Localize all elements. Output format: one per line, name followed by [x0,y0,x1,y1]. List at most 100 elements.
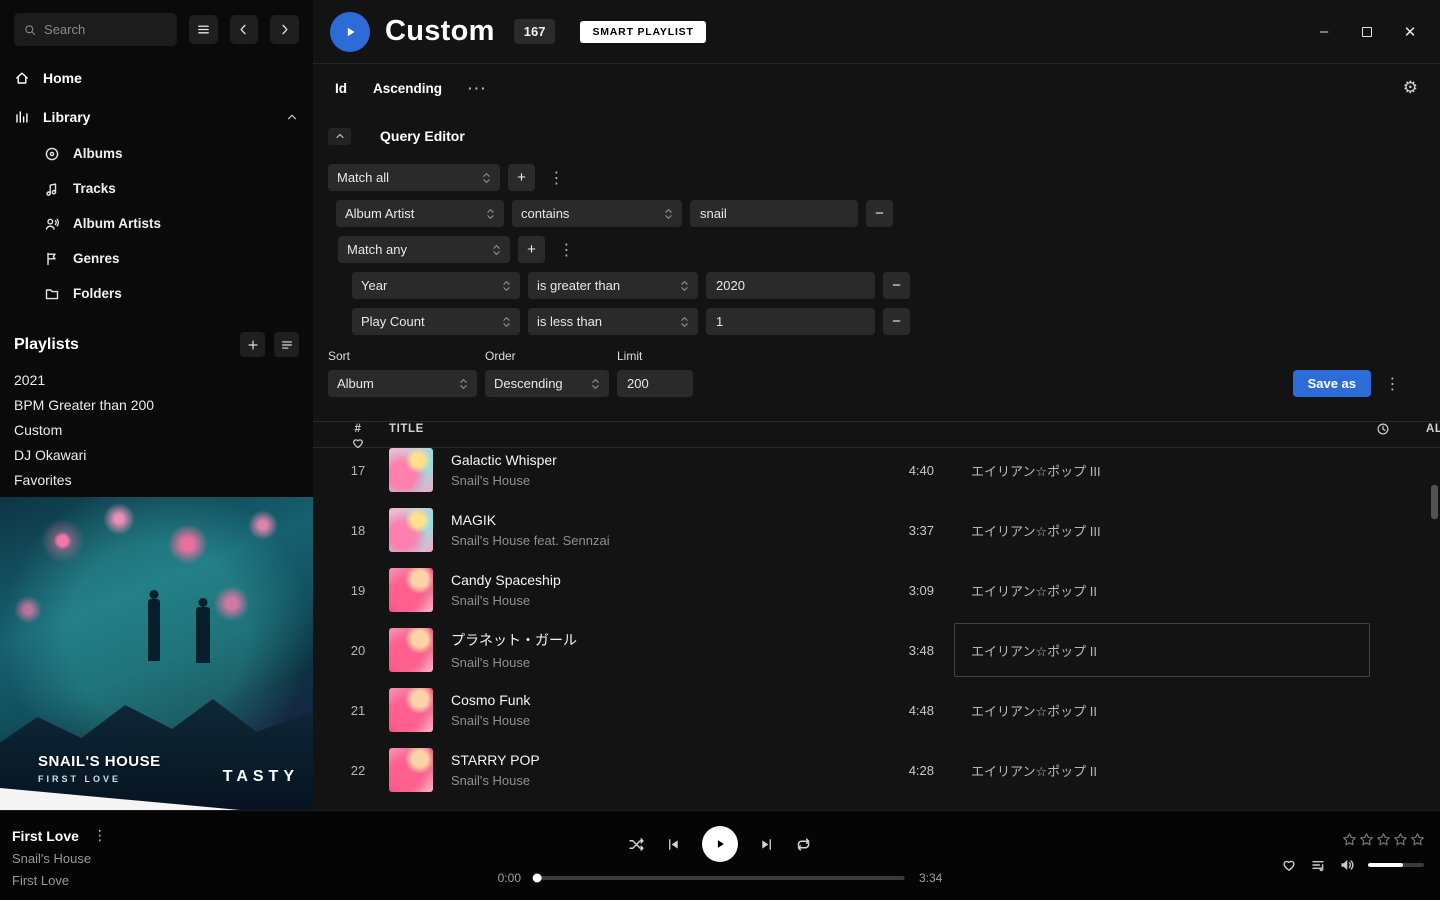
playlist-item-bpm[interactable]: BPM Greater than 200 [0,392,313,417]
now-playing-artist[interactable]: Snail's House [12,851,107,866]
back-button[interactable] [230,15,259,44]
search-input[interactable] [44,22,167,37]
table-row[interactable]: 19 Candy Spaceship Snail's House 3:09 エイ… [313,560,1440,620]
rule-value-input[interactable] [706,308,875,335]
search-box[interactable] [14,13,177,46]
now-playing-menu-button[interactable]: ⋮ [93,827,107,844]
sidebar-item-album-artists[interactable]: Album Artists [44,206,299,241]
track-album-cell[interactable]: エイリアン☆ポップ III [954,503,1370,557]
add-rule-button[interactable]: + [518,236,545,263]
track-artist[interactable]: Snail's House [451,473,858,488]
column-favorite[interactable] [351,436,365,450]
sidebar-item-albums[interactable]: Albums [44,136,299,171]
queue-button[interactable] [1310,857,1326,873]
gear-icon[interactable]: ⚙ [1403,78,1418,98]
query-menu-button[interactable]: ⋮ [1379,370,1406,397]
track-album-cell[interactable]: エイリアン☆ポップ II [954,623,1370,677]
rule-field-select[interactable]: Album Artist [336,200,504,227]
forward-button[interactable] [270,15,299,44]
playlist-item-custom[interactable]: Custom [0,417,313,442]
chevron-up-icon[interactable] [285,110,299,124]
previous-button[interactable] [666,837,681,852]
track-thumbnail [389,448,433,492]
sidebar-item-tracks[interactable]: Tracks [44,171,299,206]
sidebar-item-home[interactable]: Home [14,58,299,97]
group-menu-button[interactable]: ⋮ [543,164,570,191]
track-artist[interactable]: Snail's House feat. Sennzai [451,533,858,548]
track-artist[interactable]: Snail's House [451,655,858,670]
table-row[interactable]: 22 STARRY POP Snail's House 4:28 エイリアン☆ポ… [313,740,1440,800]
rule-field-select[interactable]: Year [352,272,520,299]
rule-operator-select[interactable]: is less than [528,308,698,335]
manage-playlists-button[interactable] [274,332,299,357]
track-artist[interactable]: Snail's House [451,773,858,788]
collapse-query-editor-button[interactable] [328,128,351,145]
sidebar-item-library[interactable]: Library [14,97,299,136]
rule-operator-select[interactable]: is greater than [528,272,698,299]
sort-label: Sort [328,349,477,363]
column-index[interactable]: # [327,423,389,435]
star-icon[interactable] [1375,831,1391,847]
sort-select[interactable]: Album [328,370,477,397]
star-icon[interactable] [1409,831,1425,847]
play-pause-button[interactable] [702,826,738,862]
next-button[interactable] [759,837,774,852]
maximize-button[interactable] [1359,24,1375,40]
table-row[interactable]: 18 MAGIK Snail's House feat. Sennzai 3:3… [313,500,1440,560]
play-playlist-button[interactable] [330,12,370,52]
column-album[interactable]: ALBUM [1390,423,1434,435]
add-rule-button[interactable]: + [508,164,535,191]
volume-slider[interactable] [1368,863,1424,867]
more-options-button[interactable]: ··· [468,81,488,96]
track-album-cell[interactable]: エイリアン☆ポップ III [954,448,1370,497]
remove-rule-button[interactable]: − [883,272,910,299]
column-title[interactable]: TITLE [389,423,858,435]
track-artist[interactable]: Snail's House [451,593,858,608]
remove-rule-button[interactable]: − [866,200,893,227]
track-album-cell[interactable]: エイリアン☆ポップ II [954,563,1370,617]
match-type-select[interactable]: Match any [338,236,510,263]
playlist-item-favorites[interactable]: Favorites [0,467,313,492]
star-icon[interactable] [1392,831,1408,847]
sort-field-button[interactable]: Id [335,81,347,96]
column-duration[interactable] [1376,422,1390,436]
plus-icon [246,338,260,352]
playlist-item-2021[interactable]: 2021 [0,367,313,392]
shuffle-button[interactable] [628,836,645,853]
star-icon[interactable] [1341,831,1357,847]
repeat-button[interactable] [795,836,812,853]
playlist-item-dj-okawari[interactable]: DJ Okawari [0,442,313,467]
limit-input[interactable] [617,370,693,397]
minimize-button[interactable]: – [1316,24,1332,40]
rule-value-input[interactable] [706,272,875,299]
seek-handle[interactable] [533,874,542,883]
now-playing-album[interactable]: First Love [12,873,107,888]
sort-order-button[interactable]: Ascending [373,81,442,96]
track-album-cell[interactable]: エイリアン☆ポップ II [954,743,1370,797]
order-select[interactable]: Descending [485,370,609,397]
table-row[interactable]: 17 Galactic Whisper Snail's House 4:40 エ… [313,448,1440,500]
now-playing-title[interactable]: First Love [12,828,79,844]
group-menu-button[interactable]: ⋮ [553,236,580,263]
track-album-cell[interactable]: エイリアン☆ポップ II [954,683,1370,737]
add-playlist-button[interactable] [240,332,265,357]
rule-operator-select[interactable]: contains [512,200,682,227]
rule-value-input[interactable] [690,200,858,227]
menu-button[interactable] [189,15,218,44]
sidebar-item-genres[interactable]: Genres [44,241,299,276]
save-as-button[interactable]: Save as [1293,370,1371,397]
remove-rule-button[interactable]: − [883,308,910,335]
volume-button[interactable] [1339,857,1355,873]
sidebar-item-folders[interactable]: Folders [44,276,299,311]
match-type-select[interactable]: Match all [328,164,500,191]
track-artist[interactable]: Snail's House [451,713,858,728]
seek-slider[interactable] [535,876,905,880]
table-row[interactable]: 21 Cosmo Funk Snail's House 4:48 エイリアン☆ポ… [313,680,1440,740]
star-icon[interactable] [1358,831,1374,847]
scrollbar-thumb[interactable] [1431,485,1438,519]
favorite-button[interactable] [1281,857,1297,873]
now-playing-artwork[interactable]: SNAIL'S HOUSE FIRST LOVE TASTY [0,497,313,810]
rule-field-select[interactable]: Play Count [352,308,520,335]
table-row[interactable]: 20 プラネット・ガール Snail's House 3:48 エイリアン☆ポッ… [313,620,1440,680]
close-button[interactable]: ✕ [1402,24,1418,40]
